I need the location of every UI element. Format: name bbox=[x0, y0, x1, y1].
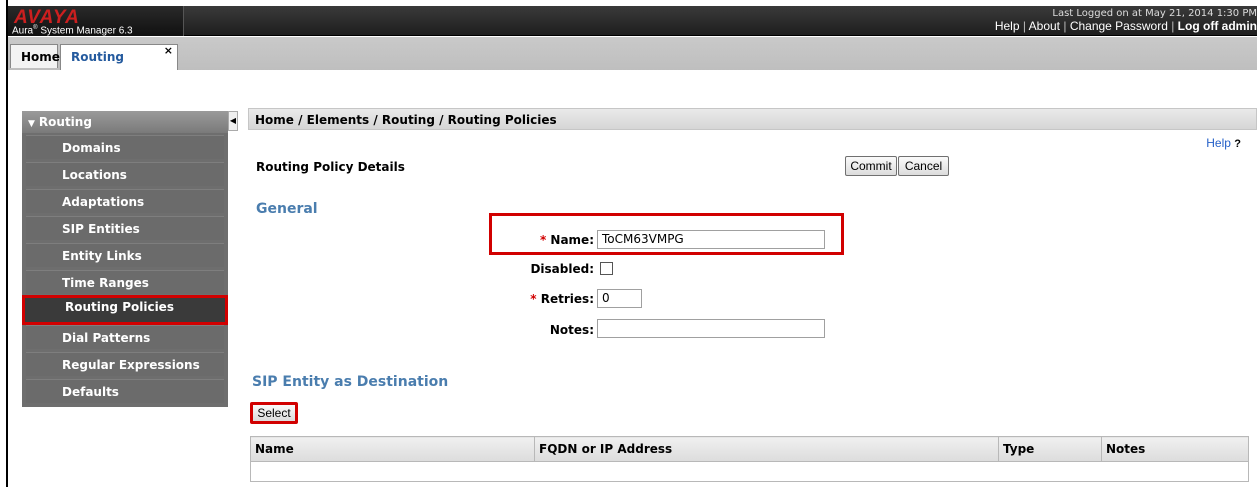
help-header-link[interactable]: Help bbox=[995, 19, 1020, 33]
question-icon: ? bbox=[1234, 138, 1241, 150]
notes-label: Notes: bbox=[549, 323, 594, 337]
sidebar-item-time-ranges[interactable]: Time Ranges bbox=[26, 270, 224, 294]
column-notes[interactable]: Notes bbox=[1101, 436, 1249, 462]
change-password-link[interactable]: Change Password bbox=[1070, 19, 1168, 33]
sidebar-item-entity-links[interactable]: Entity Links bbox=[26, 243, 224, 267]
column-fqdn[interactable]: FQDN or IP Address bbox=[534, 436, 999, 462]
product-name: Aura® System Manager 6.3 bbox=[12, 25, 133, 37]
sidebar-item-adaptations[interactable]: Adaptations bbox=[26, 189, 224, 213]
commit-button[interactable]: Commit bbox=[845, 156, 897, 176]
tab-routing[interactable]: Routing × bbox=[60, 44, 178, 70]
sidebar-item-dial-patterns[interactable]: Dial Patterns bbox=[26, 325, 224, 349]
retries-label: * Retries: bbox=[530, 292, 594, 306]
select-button[interactable]: Select bbox=[250, 402, 298, 424]
sidebar-item-sip-entities[interactable]: SIP Entities bbox=[26, 216, 224, 240]
collapse-sidebar-icon[interactable]: ◀ bbox=[228, 111, 238, 131]
sidebar-header[interactable]: ▼ Routing bbox=[22, 111, 228, 133]
logoff-link[interactable]: Log off admin bbox=[1178, 19, 1257, 33]
close-icon[interactable]: × bbox=[164, 44, 173, 57]
section-sip-destination-title: SIP Entity as Destination bbox=[252, 374, 449, 390]
help-link[interactable]: Help ? bbox=[1206, 136, 1241, 150]
sidebar-item-domains[interactable]: Domains bbox=[26, 135, 224, 159]
tab-home[interactable]: Home bbox=[10, 44, 60, 68]
column-name[interactable]: Name bbox=[250, 436, 535, 462]
name-label: * Name: bbox=[539, 233, 594, 247]
about-link[interactable]: About bbox=[1029, 19, 1060, 33]
triangle-down-icon: ▼ bbox=[28, 119, 35, 129]
window-left-edge bbox=[0, 0, 8, 487]
page-title: Routing Policy Details bbox=[256, 160, 405, 174]
cancel-button[interactable]: Cancel bbox=[898, 156, 949, 176]
column-type[interactable]: Type bbox=[998, 436, 1102, 462]
table-row bbox=[250, 461, 1249, 482]
sidebar-item-routing-policies[interactable]: Routing Policies bbox=[22, 295, 228, 325]
tab-routing-label: Routing bbox=[71, 50, 125, 64]
app-header: AVAYA Aura® System Manager 6.3 Last Logg… bbox=[8, 6, 1257, 36]
section-general-title: General bbox=[256, 201, 318, 217]
sidebar: ▼ Routing Domains Locations Adaptations S… bbox=[22, 111, 228, 407]
disabled-label: Disabled: bbox=[530, 262, 594, 276]
destination-table: Name FQDN or IP Address Type Notes bbox=[250, 436, 1249, 482]
sidebar-item-defaults[interactable]: Defaults bbox=[26, 379, 224, 403]
header-links: Help | About | Change Password | Log off… bbox=[994, 19, 1257, 33]
disabled-checkbox[interactable] bbox=[600, 262, 613, 275]
table-header-row: Name FQDN or IP Address Type Notes bbox=[250, 436, 1249, 462]
sidebar-item-locations[interactable]: Locations bbox=[26, 162, 224, 186]
logo-area: AVAYA Aura® System Manager 6.3 bbox=[8, 6, 184, 36]
name-input[interactable]: ToCM63VMPG bbox=[597, 230, 825, 249]
last-logged-text: Last Logged on at May 21, 2014 1:30 PM bbox=[1052, 8, 1257, 19]
content-background bbox=[8, 70, 1257, 103]
notes-input[interactable] bbox=[597, 319, 825, 338]
sidebar-item-regular-expressions[interactable]: Regular Expressions bbox=[26, 352, 224, 376]
breadcrumb: Home / Elements / Routing / Routing Poli… bbox=[248, 108, 1257, 130]
retries-input[interactable]: 0 bbox=[597, 289, 642, 308]
